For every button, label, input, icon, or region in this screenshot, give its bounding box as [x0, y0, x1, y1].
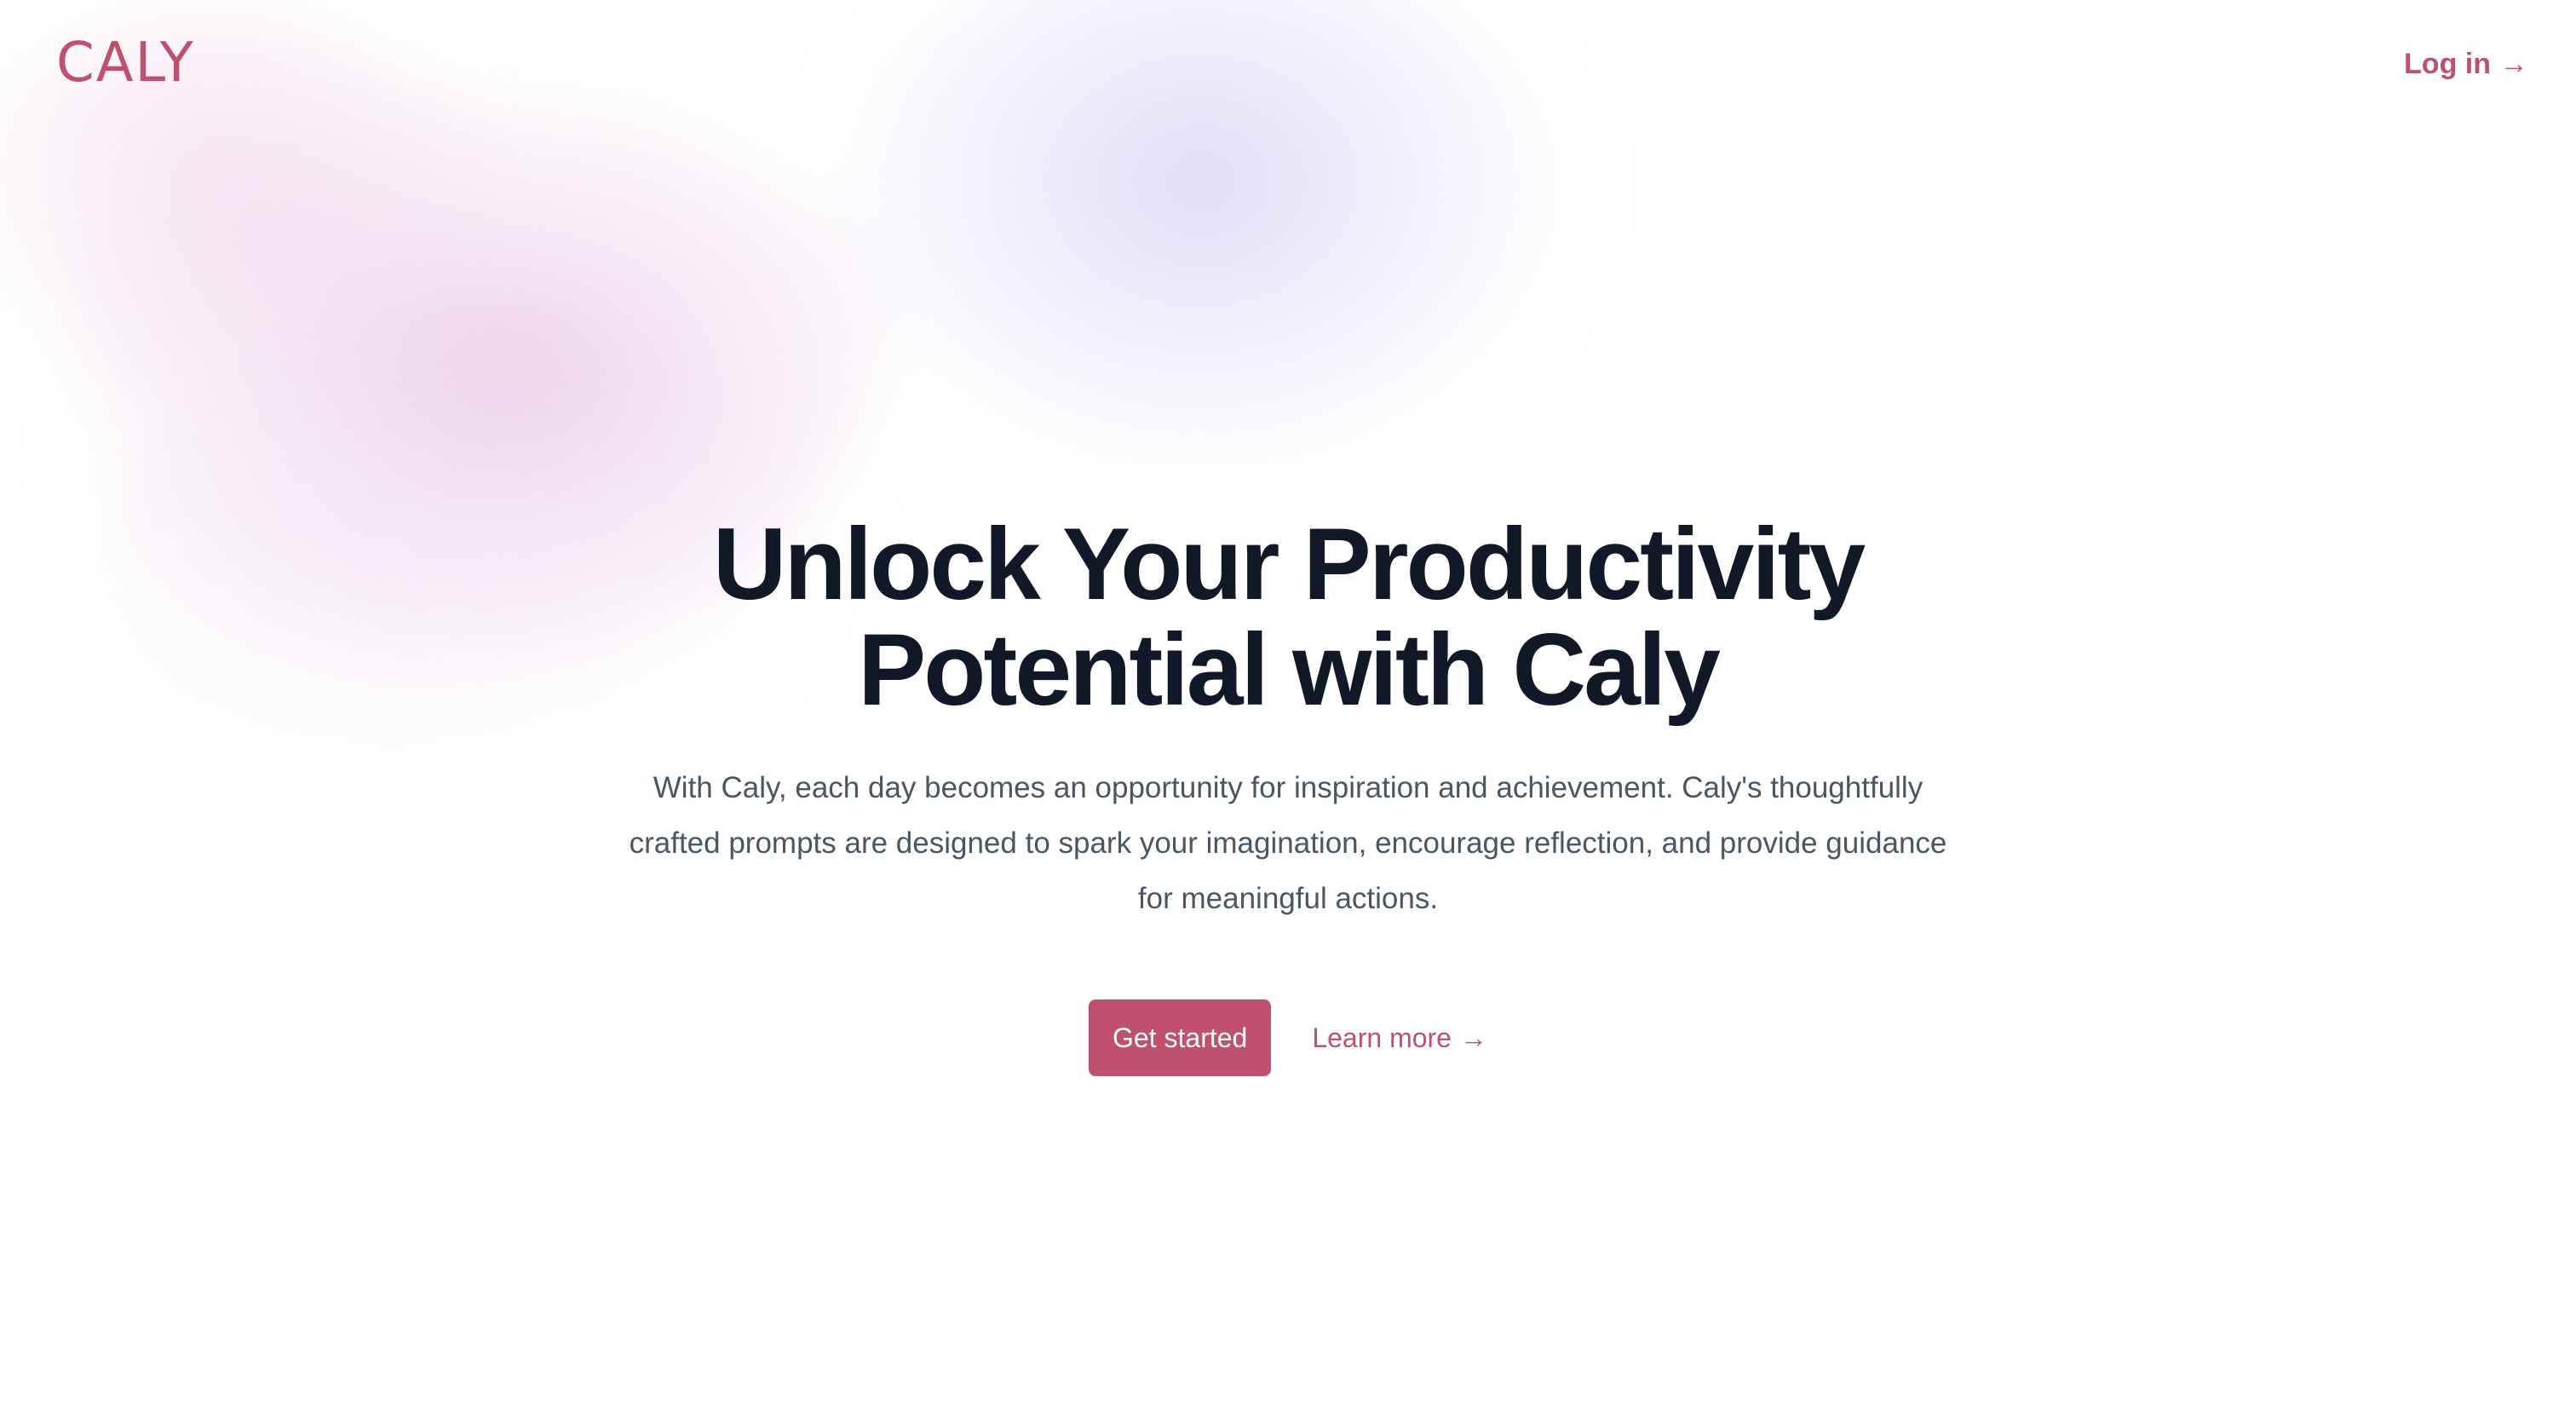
caly-logo[interactable]: CALY [56, 36, 195, 90]
learn-more-link[interactable]: Learn more → [1312, 1022, 1487, 1054]
hero-title: Unlock Your Productivity Potential with … [649, 511, 1927, 723]
hero-title-line-2: Potential with Caly [858, 613, 1721, 727]
arrow-right-icon: → [1459, 1022, 1487, 1053]
hero-actions: Get started Learn more → [0, 999, 2576, 1076]
login-link[interactable]: Log in → [2404, 43, 2528, 85]
get-started-button[interactable]: Get started [1089, 999, 1272, 1076]
login-label: Log in [2404, 48, 2491, 80]
site-header: CALY Log in → [0, 0, 2576, 128]
arrow-right-icon: → [2499, 48, 2528, 80]
hero-description: With Caly, each day becomes an opportuni… [629, 771, 1947, 915]
hero-section: Unlock Your Productivity Potential with … [0, 511, 2576, 1076]
learn-more-label: Learn more [1312, 1022, 1452, 1053]
hero-title-line-1: Unlock Your Productivity [712, 507, 1866, 621]
